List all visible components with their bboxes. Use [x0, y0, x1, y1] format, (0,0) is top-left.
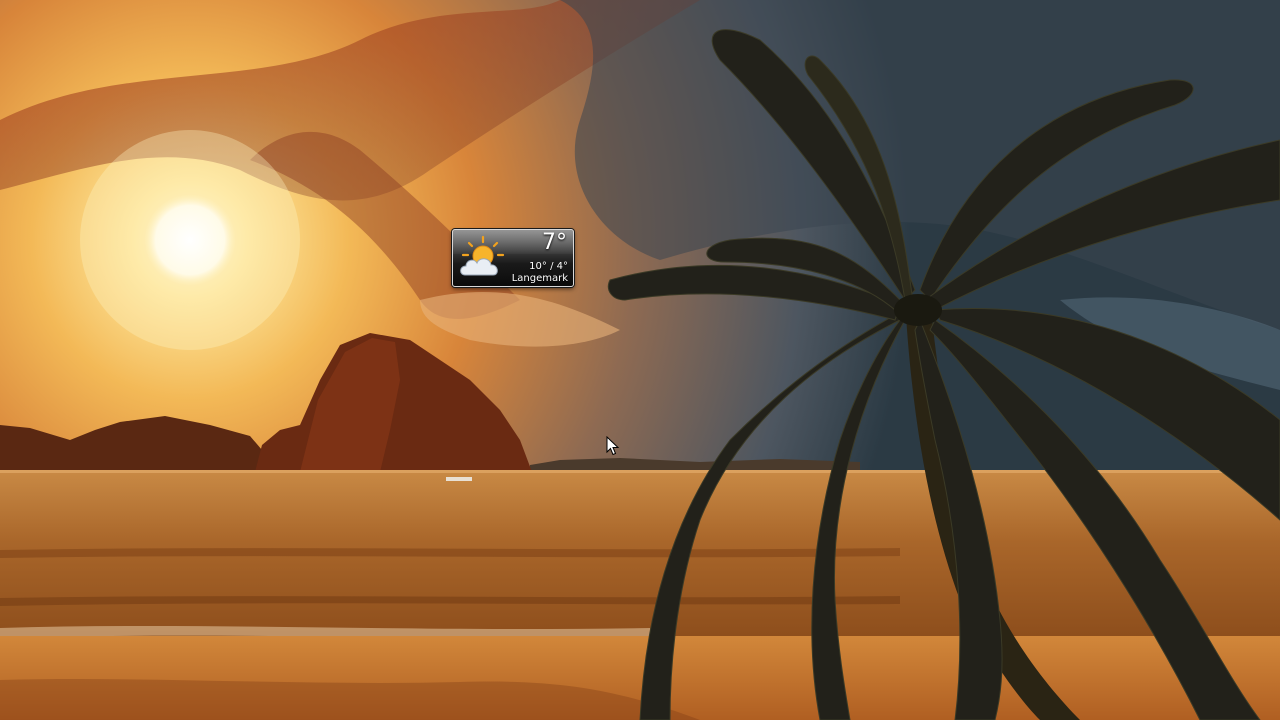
- temperature-value: 7°: [542, 230, 567, 255]
- location-label: Langemark: [511, 273, 568, 284]
- weather-gadget[interactable]: 7° 10° / 4° Langemark: [452, 229, 574, 287]
- desktop-wallpaper: [0, 0, 1280, 720]
- mouse-cursor-icon: [606, 436, 620, 456]
- partly-cloudy-icon: [460, 235, 505, 276]
- temperature-range: 10° / 4°: [529, 261, 568, 272]
